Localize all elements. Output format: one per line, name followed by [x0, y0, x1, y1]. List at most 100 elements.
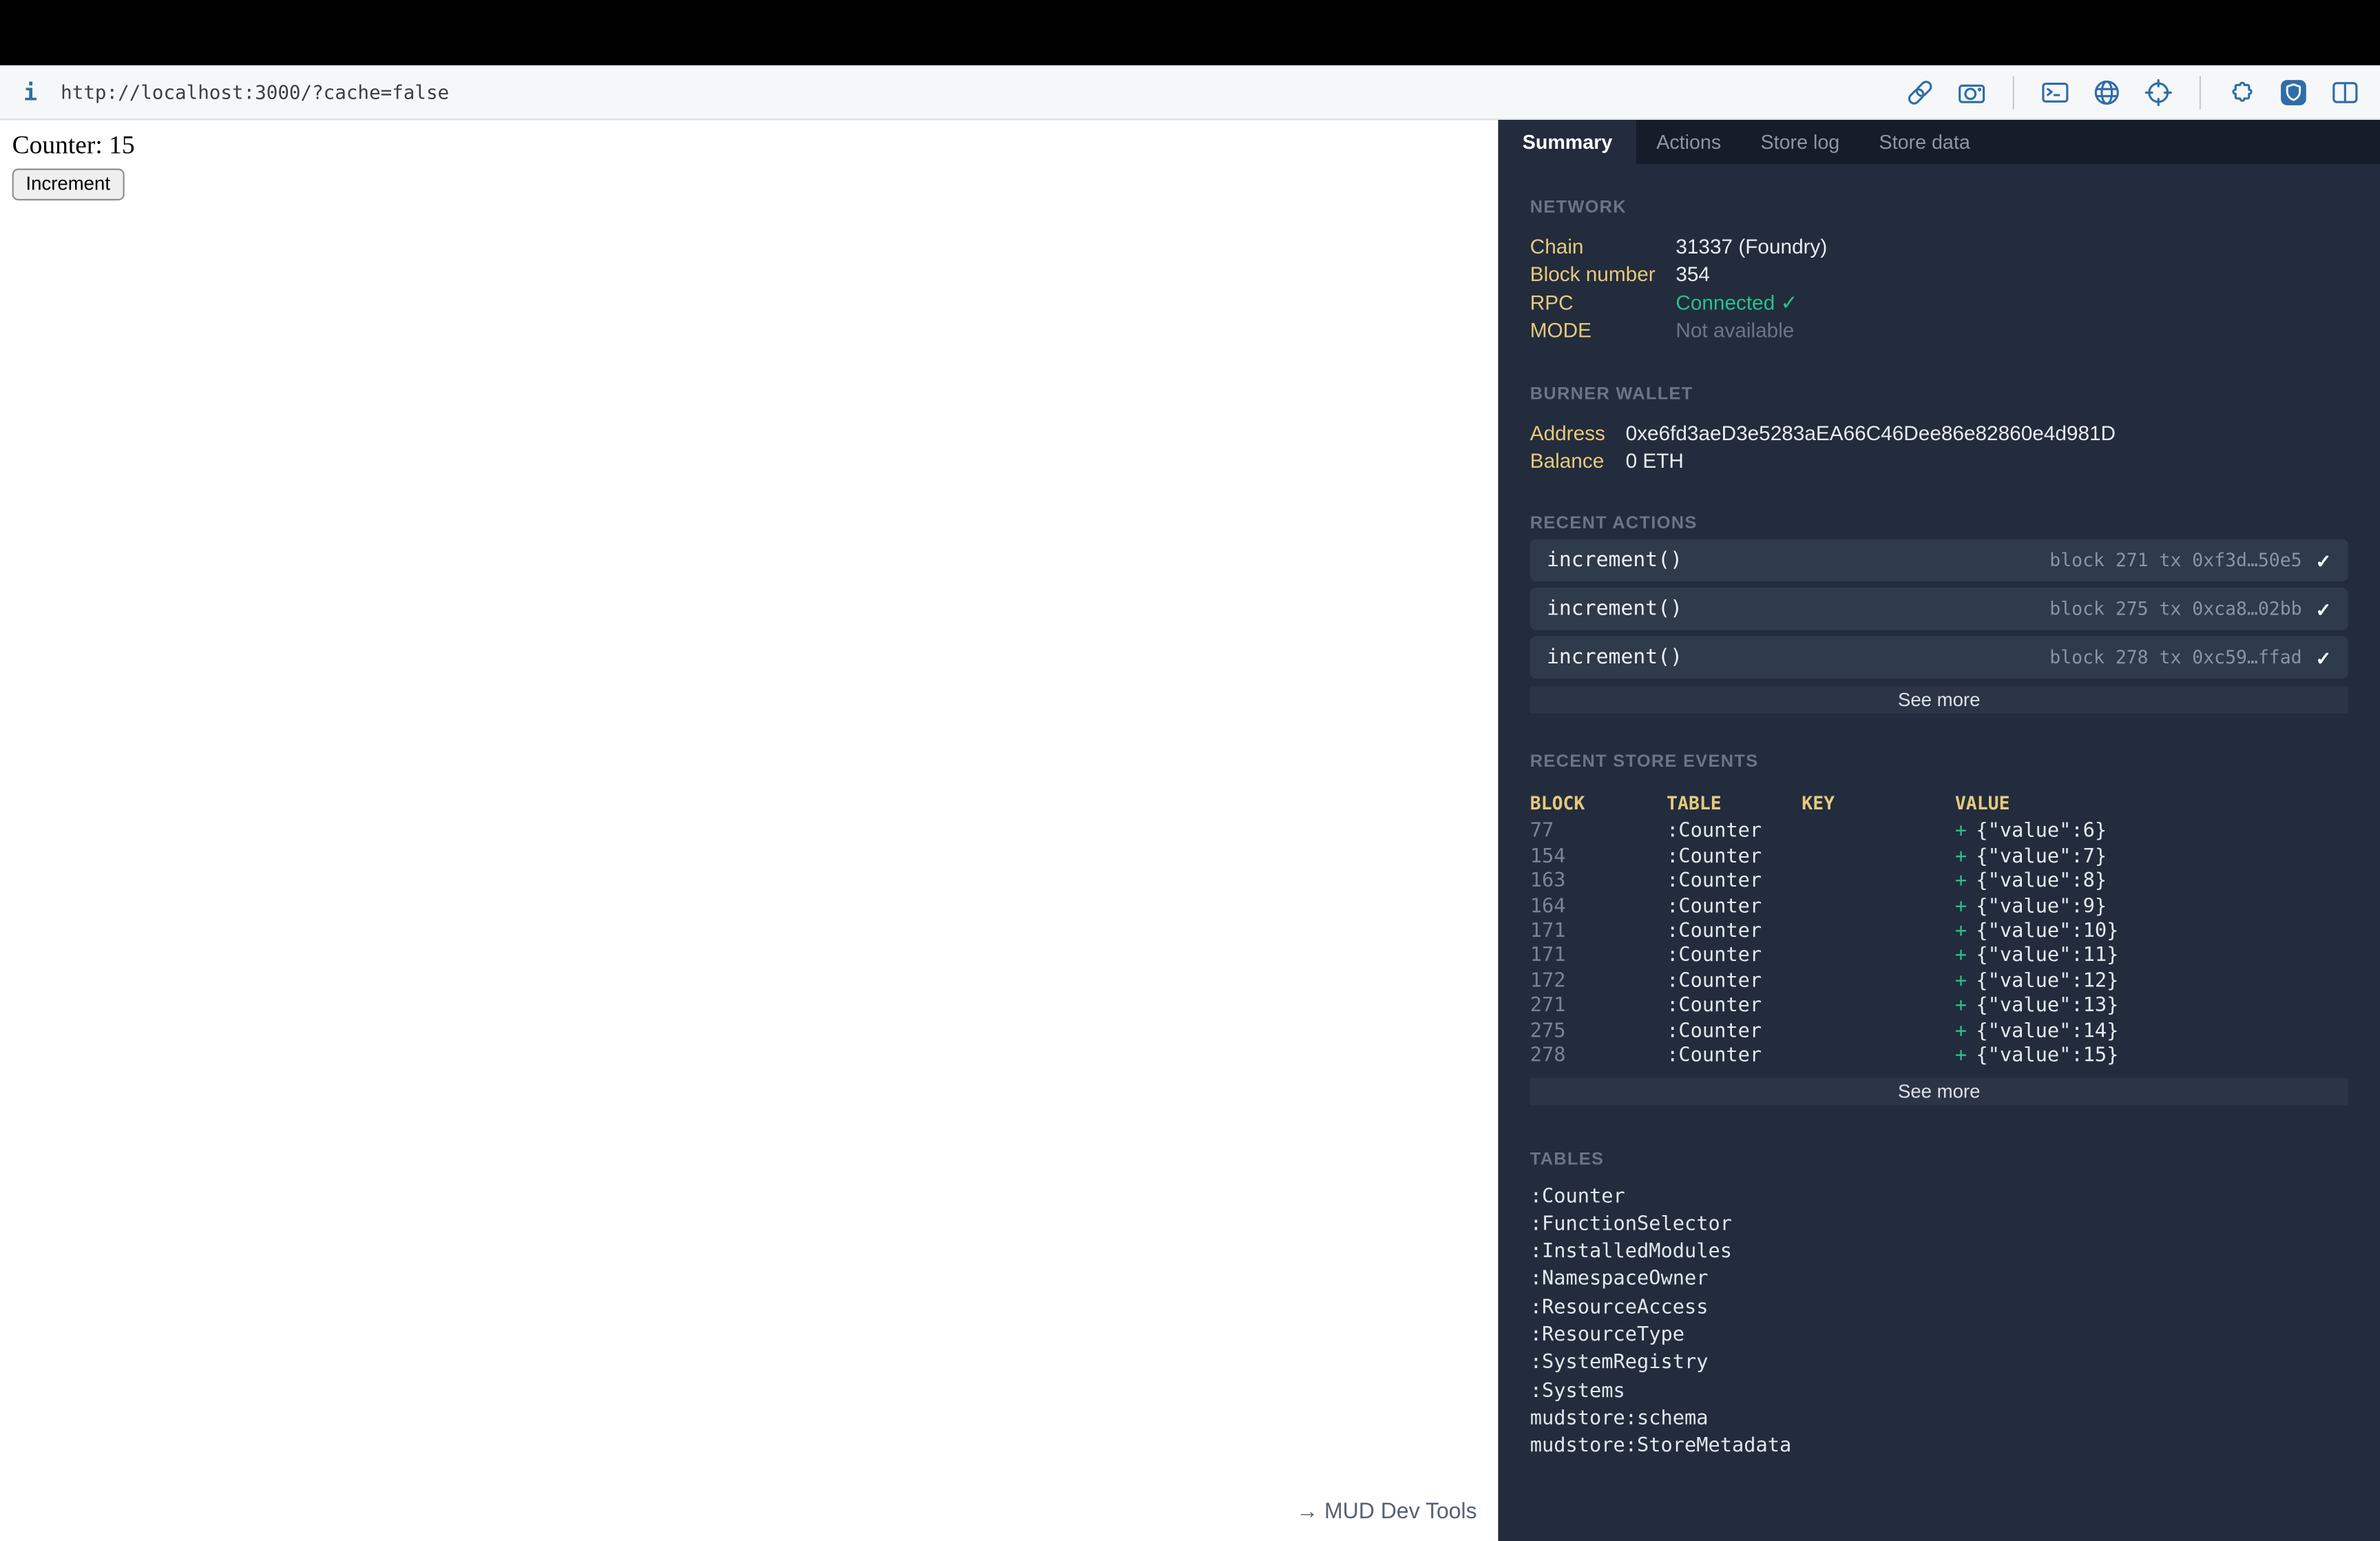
event-key [1802, 1020, 1955, 1044]
info-icon[interactable]: i [20, 79, 41, 106]
app-page: Counter: 15 Increment → MUD Dev Tools [0, 120, 1499, 1541]
table-list-item: :NamespaceOwner [1530, 1268, 1709, 1292]
wallet-label: Address [1530, 421, 1605, 444]
event-value: + {"value":14} [1954, 1020, 2119, 1043]
table-list-item: :Counter [1530, 1185, 1625, 1208]
devtools-tabs: Summary Actions Store log Store data [1498, 120, 2380, 165]
event-key [1802, 896, 1955, 920]
check-icon: ✓ [2315, 599, 2332, 621]
mode-status: Not available [1676, 319, 1795, 342]
table-list-item: :Systems [1530, 1379, 1625, 1403]
plus-icon: + [1954, 870, 1967, 893]
event-key [1802, 920, 1955, 945]
event-value: + {"value":11} [1954, 944, 2119, 969]
event-table: :Counter [1667, 1044, 1762, 1068]
table-list-item: :ResourceType [1530, 1323, 1684, 1347]
col-key: KEY [1802, 793, 1835, 815]
shield-icon[interactable] [2278, 76, 2308, 107]
burner-wallet-kv: Address 0xe6fd3aeD3e5283aEA66C46Dee86e82… [1530, 420, 2348, 476]
event-key [1802, 995, 1955, 1020]
tables-list: :Counter :FunctionSelector :InstalledMod… [1530, 1183, 2348, 1461]
check-icon: ✓ [2315, 550, 2332, 572]
toolbar-divider [2199, 75, 2201, 109]
tab-store-data[interactable]: Store data [1859, 120, 1990, 164]
event-table: :Counter [1667, 1020, 1762, 1043]
event-table: :Counter [1667, 895, 1762, 918]
window-top-bar [0, 0, 2380, 65]
event-block: 171 [1530, 944, 1566, 969]
link-icon[interactable] [1905, 76, 1935, 107]
plus-icon: + [1954, 1044, 1967, 1068]
toolbar-divider [2012, 75, 2014, 109]
event-key [1802, 820, 1955, 845]
col-table: TABLE [1667, 793, 1722, 815]
camera-icon[interactable] [1956, 76, 1987, 107]
action-row[interactable]: increment() block 275 tx 0xca8…02bb ✓ [1530, 588, 2348, 631]
check-icon: ✓ [2315, 648, 2332, 670]
action-name: increment() [1546, 548, 1683, 573]
event-block: 278 [1530, 1044, 1566, 1068]
event-block: 172 [1530, 970, 1566, 993]
increment-button[interactable]: Increment [12, 168, 124, 200]
event-key [1802, 945, 1955, 970]
network-label: Block number [1530, 263, 1656, 287]
split-view-icon[interactable] [2330, 76, 2360, 107]
action-name: increment() [1546, 597, 1683, 622]
tab-store-log[interactable]: Store log [1741, 120, 1859, 164]
recent-store-events-section: RECENT STORE EVENTS BLOCK TABLE KEY VALU… [1530, 754, 2348, 1105]
recent-actions-section: RECENT ACTIONS increment() block 271 tx … [1530, 515, 2348, 714]
action-name: increment() [1546, 645, 1683, 670]
event-block: 154 [1530, 845, 1566, 869]
event-key [1802, 970, 1955, 995]
tab-actions[interactable]: Actions [1637, 120, 1741, 164]
burner-wallet-title: BURNER WALLET [1530, 385, 1693, 404]
action-meta: block 275 tx 0xca8…02bb [2049, 599, 2302, 621]
action-row[interactable]: increment() block 278 tx 0xc59…ffad ✓ [1530, 637, 2348, 680]
plus-icon: + [1954, 920, 1967, 943]
browser-viewport: Counter: 15 Increment → MUD Dev Tools Su… [0, 120, 2380, 1541]
network-value: 354 [1676, 263, 1710, 287]
events-see-more-button[interactable]: See more [1530, 1077, 2348, 1105]
col-block: BLOCK [1530, 793, 1585, 815]
store-events-rows: 77 :Counter + {"value":6} 154 :Counter +{… [1530, 820, 2348, 1070]
wallet-address: 0xe6fd3aeD3e5283aEA66C46Dee86e82860e4d98… [1625, 421, 2116, 444]
burner-wallet-section: BURNER WALLET Address 0xe6fd3aeD3e5283aE… [1530, 385, 2348, 476]
network-label: MODE [1530, 319, 1591, 342]
event-block: 275 [1530, 1020, 1566, 1043]
network-section: NETWORK Chain 31337 (Foundry) Block numb… [1530, 199, 2348, 346]
event-value: + {"value":12} [1954, 970, 2119, 993]
event-key [1802, 845, 1955, 870]
terminal-icon[interactable] [2040, 76, 2070, 107]
event-table: :Counter [1667, 970, 1762, 993]
event-table: :Counter [1667, 845, 1762, 869]
event-block: 171 [1530, 920, 1566, 943]
event-block: 163 [1530, 870, 1566, 893]
network-value: 31337 (Foundry) [1676, 235, 1828, 258]
event-table: :Counter [1667, 944, 1762, 969]
summary-panel: NETWORK Chain 31337 (Foundry) Block numb… [1498, 164, 2380, 1541]
action-meta: block 278 tx 0xc59…ffad [2049, 647, 2302, 669]
puzzle-icon[interactable] [2226, 76, 2257, 107]
table-list-item: mudstore:schema [1530, 1407, 1709, 1430]
plus-icon: + [1954, 845, 1967, 869]
action-row[interactable]: increment() block 271 tx 0xf3d…50e5 ✓ [1530, 539, 2348, 583]
target-icon[interactable] [2143, 76, 2173, 107]
event-table: :Counter [1667, 870, 1762, 893]
browser-toolbar: i http://localhost:3000/?cache=false [0, 65, 2380, 121]
plus-icon: + [1954, 820, 1967, 844]
wallet-label: Balance [1530, 449, 1605, 473]
actions-see-more-button[interactable]: See more [1530, 687, 2348, 714]
globe-icon[interactable] [2091, 76, 2122, 107]
tab-summary[interactable]: Summary [1498, 120, 1637, 165]
table-list-item: :FunctionSelector [1530, 1212, 1733, 1236]
address-bar[interactable]: http://localhost:3000/?cache=false [61, 81, 449, 103]
event-table: :Counter [1667, 820, 1762, 844]
event-block: 164 [1530, 895, 1566, 918]
plus-icon: + [1954, 1020, 1967, 1043]
mud-devtools-toggle[interactable]: → MUD Dev Tools [1296, 1500, 1476, 1524]
event-table: :Counter [1667, 920, 1762, 943]
event-value: + {"value":15} [1954, 1044, 2119, 1068]
event-value: + {"value":7} [1954, 845, 2107, 869]
action-meta: block 271 tx 0xf3d…50e5 [2049, 550, 2302, 572]
recent-store-events-title: RECENT STORE EVENTS [1530, 754, 1759, 772]
